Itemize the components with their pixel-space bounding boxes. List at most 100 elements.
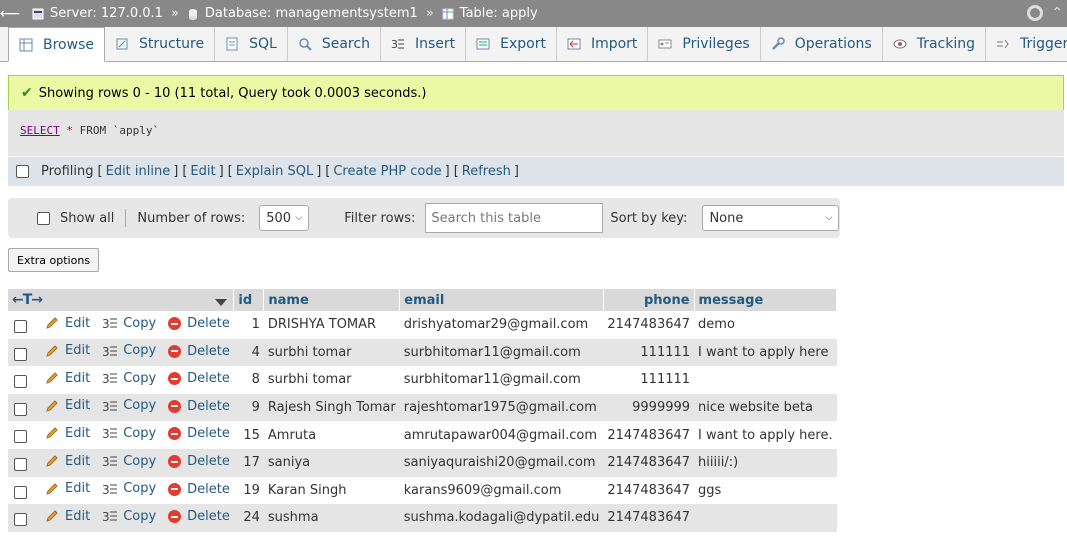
edit-link[interactable]: Edit (45, 398, 90, 413)
cell-email[interactable]: sushma.kodagali@dypatil.edu (399, 504, 604, 532)
cell-message[interactable]: nice website beta (694, 393, 837, 422)
cell-email[interactable]: saniyaquraishi20@gmail.com (399, 448, 604, 477)
settings-gear-icon[interactable] (1027, 5, 1044, 21)
edit-link[interactable]: Edit (45, 343, 90, 358)
row-checkbox[interactable] (14, 402, 27, 416)
delete-link[interactable]: Delete (168, 399, 230, 414)
cell-message[interactable]: ggs (694, 476, 837, 505)
row-checkbox[interactable] (14, 375, 27, 389)
column-header-phone[interactable]: phone (603, 289, 695, 311)
cell-email[interactable]: surbhitomar11@gmail.com (399, 366, 604, 394)
delete-link[interactable]: Delete (168, 371, 230, 386)
row-checkbox[interactable] (14, 485, 27, 499)
cell-message[interactable]: hiiiii/:) (694, 448, 837, 477)
copy-link[interactable]: 3 Copy (102, 343, 156, 359)
breadcrumb-database[interactable]: Database: managementsystem1 (187, 6, 418, 21)
profiling-link-explain-sql[interactable]: Explain SQL (236, 164, 313, 179)
row-checkbox[interactable] (14, 430, 27, 444)
profiling-checkbox[interactable] (16, 165, 29, 178)
column-header-email[interactable]: email (399, 289, 604, 311)
column-header-name[interactable]: name (263, 289, 401, 311)
edit-link[interactable]: Edit (45, 454, 90, 469)
profiling-link-create-php-code[interactable]: Create PHP code (333, 164, 441, 179)
row-checkbox[interactable] (14, 513, 27, 527)
copy-link[interactable]: 3 Copy (102, 454, 156, 470)
delete-link[interactable]: Delete (168, 316, 230, 331)
tab-search[interactable]: Search (288, 27, 381, 61)
cell-email[interactable]: surbhitomar11@gmail.com (399, 338, 604, 367)
tab-import[interactable]: Import (557, 27, 649, 61)
cell-id[interactable]: 15 (233, 421, 264, 449)
cell-message[interactable] (694, 504, 837, 532)
show-all-checkbox[interactable] (37, 211, 50, 225)
breadcrumb-server[interactable]: Server: 127.0.0.1 (32, 6, 163, 21)
cell-phone[interactable]: 111111 (603, 338, 695, 367)
delete-link[interactable]: Delete (168, 426, 230, 441)
tab-browse[interactable]: Browse (8, 27, 105, 62)
cell-name[interactable]: surbhi tomar (263, 338, 400, 367)
collapse-icon[interactable]: ⌃ (1051, 5, 1063, 21)
cell-name[interactable]: Karan Singh (263, 476, 400, 505)
profiling-link-edit[interactable]: Edit (190, 164, 215, 179)
cell-phone[interactable]: 2147483647 (603, 448, 695, 477)
row-checkbox[interactable] (14, 458, 27, 472)
sql-keyword-select[interactable]: SELECT (20, 124, 60, 137)
extra-options-button[interactable]: Extra options (8, 248, 100, 272)
column-menu-triangle-icon[interactable] (215, 299, 228, 306)
cell-id[interactable]: 9 (233, 393, 264, 422)
cell-id[interactable]: 8 (233, 366, 264, 394)
tab-export[interactable]: Export (466, 27, 557, 61)
column-header-id[interactable]: id (233, 289, 265, 311)
cell-message[interactable]: I want to apply here (694, 338, 837, 367)
cell-email[interactable]: karans9609@gmail.com (399, 476, 604, 505)
tab-privileges[interactable]: Privileges (648, 27, 761, 61)
cell-phone[interactable]: 2147483647 (603, 476, 695, 505)
filter-input[interactable]: Search this table (425, 203, 604, 233)
tab-sql[interactable]: SQL (215, 27, 288, 61)
delete-link[interactable]: Delete (168, 454, 230, 469)
rows-select[interactable]: 500 ⌵ (259, 205, 310, 231)
copy-link[interactable]: 3 Copy (102, 371, 156, 387)
row-checkbox[interactable] (14, 320, 27, 334)
edit-link[interactable]: Edit (45, 426, 90, 441)
cell-id[interactable]: 17 (233, 448, 264, 477)
cell-phone[interactable]: 111111 (603, 366, 695, 394)
tab-triggers[interactable]: Triggers (986, 27, 1067, 61)
back-arrow-icon[interactable]: ⟵ (0, 6, 20, 22)
cell-message[interactable]: I want to apply here. (694, 421, 837, 449)
tab-structure[interactable]: Structure (105, 27, 216, 61)
column-header-message[interactable]: message (694, 289, 838, 311)
profiling-link-refresh[interactable]: Refresh (462, 164, 511, 179)
copy-link[interactable]: 3 Copy (102, 509, 156, 525)
cell-message[interactable]: demo (694, 311, 837, 339)
cell-name[interactable]: saniya (263, 448, 400, 477)
cell-name[interactable]: Amruta (263, 421, 400, 449)
cell-name[interactable]: surbhi tomar (263, 366, 400, 394)
cell-email[interactable]: rajeshtomar1975@gmail.com (399, 393, 604, 422)
copy-link[interactable]: 3 Copy (102, 398, 156, 414)
sort-select[interactable]: None ⌵ (702, 205, 840, 231)
delete-link[interactable]: Delete (168, 344, 230, 359)
copy-link[interactable]: 3 Copy (102, 426, 156, 442)
delete-link[interactable]: Delete (168, 509, 230, 524)
cell-id[interactable]: 24 (233, 504, 264, 532)
edit-link[interactable]: Edit (45, 371, 90, 386)
tab-operations[interactable]: Operations (761, 27, 883, 61)
delete-link[interactable]: Delete (168, 482, 230, 497)
cell-name[interactable]: Rajesh Singh Tomar (263, 393, 400, 422)
edit-link[interactable]: Edit (45, 509, 90, 524)
column-arrows-icon[interactable]: ←T→ (12, 292, 43, 308)
cell-phone[interactable]: 2147483647 (603, 421, 695, 449)
cell-phone[interactable]: 2147483647 (603, 504, 695, 532)
cell-phone[interactable]: 2147483647 (603, 311, 695, 339)
cell-message[interactable] (694, 366, 837, 394)
tab-insert[interactable]: 3 Insert (381, 27, 467, 61)
cell-email[interactable]: drishyatomar29@gmail.com (399, 311, 604, 339)
cell-name[interactable]: DRISHYA TOMAR (263, 311, 400, 339)
cell-id[interactable]: 1 (233, 311, 264, 339)
cell-name[interactable]: sushma (263, 504, 400, 532)
cell-id[interactable]: 19 (233, 476, 264, 505)
copy-link[interactable]: 3 Copy (102, 316, 156, 332)
cell-phone[interactable]: 9999999 (603, 393, 695, 422)
copy-link[interactable]: 3 Copy (102, 481, 156, 497)
